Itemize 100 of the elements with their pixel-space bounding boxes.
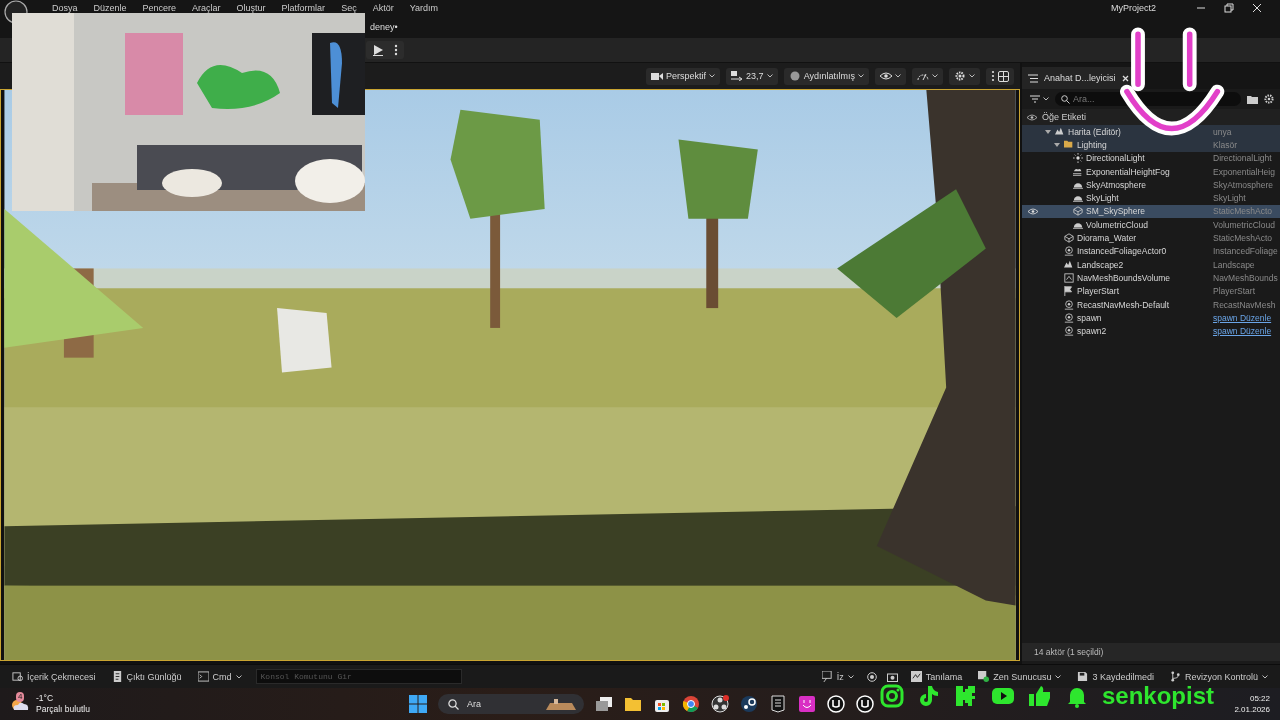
menu-item[interactable]: Yardım <box>401 1 446 15</box>
output-log-button[interactable]: Çıktı Günlüğü <box>105 669 188 684</box>
chart-icon <box>910 671 922 682</box>
steam-icon[interactable] <box>739 695 758 713</box>
close-icon[interactable] <box>1252 3 1262 13</box>
console-field[interactable]: Konsol Komutunu Gir <box>255 669 462 684</box>
screenshot-icon[interactable] <box>886 671 898 682</box>
eye-icon <box>880 71 892 81</box>
caret-icon <box>858 74 864 78</box>
expand-arrow-icon[interactable] <box>1045 129 1051 134</box>
menu-item[interactable]: Dosya <box>44 1 86 15</box>
item-label: SM_SkySphere <box>1086 206 1146 217</box>
outliner-row[interactable]: RecastNavMesh-Default RecastNavMesh <box>1022 297 1280 312</box>
menu-item[interactable]: Araçlar <box>184 1 229 15</box>
outliner-row[interactable]: Lighting Klasör <box>1022 138 1280 152</box>
actor-icon <box>1064 326 1074 337</box>
k-letter-icon <box>954 684 978 708</box>
layout-button[interactable] <box>986 67 1014 85</box>
menu-item[interactable]: Aktör <box>364 1 402 15</box>
weather-widget[interactable]: 4 -1°C Parçalı bulutlu <box>10 693 90 715</box>
menu-item[interactable]: Platformlar <box>273 1 334 15</box>
eye-icon <box>1027 113 1037 121</box>
item-label: spawn <box>1077 312 1102 323</box>
show-button[interactable] <box>875 67 906 85</box>
outliner-row[interactable]: PlayerStart PlayerStart <box>1022 284 1280 298</box>
item-type: SkyAtmosphere <box>1213 179 1273 190</box>
actor-icon <box>1064 246 1074 257</box>
item-label: SkyAtmosphere <box>1086 179 1146 190</box>
revision-control-button[interactable]: Revizyon Kontrolü <box>1163 669 1274 684</box>
edit-link[interactable]: spawn Düzenle <box>1213 326 1272 337</box>
menu-item[interactable]: Seç <box>333 1 365 15</box>
outliner-row[interactable]: InstancedFoliageActor0 InstancedFoliage <box>1022 244 1280 258</box>
sphere-icon <box>788 71 801 81</box>
zen-server-button[interactable]: Zen Sunucusu <box>972 669 1068 684</box>
outliner-row[interactable]: SkyLight SkyLight <box>1022 191 1280 205</box>
item-type: VolumetricCloud <box>1213 219 1275 230</box>
menu-item[interactable]: Düzenle <box>85 1 135 15</box>
menu-item[interactable]: Pencere <box>134 1 185 15</box>
camera-speed-button[interactable]: 23,7 <box>726 67 778 85</box>
clock[interactable]: 05:22 2.01.2026 <box>1234 693 1270 715</box>
outliner-row[interactable]: SkyAtmosphere SkyAtmosphere <box>1022 178 1280 192</box>
server-icon <box>978 671 990 682</box>
restore-icon[interactable] <box>1224 3 1234 13</box>
settings-icon[interactable] <box>1264 94 1274 104</box>
more-options-icon[interactable] <box>394 44 398 56</box>
taskbar-search[interactable]: Ara <box>437 694 584 714</box>
item-label: ExponentialHeightFog <box>1086 166 1170 177</box>
eye-icon[interactable] <box>1028 207 1038 215</box>
trace-button[interactable]: İz <box>815 669 860 684</box>
close-icon[interactable] <box>1121 74 1129 82</box>
caret-icon <box>709 74 716 78</box>
record-icon[interactable] <box>866 671 877 682</box>
flag-icon <box>1064 286 1074 297</box>
folder-icon <box>1064 139 1074 150</box>
item-type: InstancedFoliage <box>1213 246 1278 257</box>
drawer-icon <box>12 671 23 682</box>
expand-arrow-icon[interactable] <box>1054 142 1060 147</box>
sky-icon <box>1073 193 1083 204</box>
content-drawer-button[interactable]: İçerik Çekmecesi <box>6 669 102 684</box>
diagnostics-button[interactable]: Tanılama <box>904 669 969 684</box>
outliner-row[interactable]: spawn spawn Düzenle <box>1022 311 1280 325</box>
document-tab[interactable]: deney• <box>370 20 398 34</box>
menu-item[interactable]: Oluştur <box>228 1 274 15</box>
outliner-row[interactable]: ExponentialHeightFog ExponentialHeig <box>1022 164 1280 179</box>
outliner-row[interactable]: SM_SkySphere StaticMeshActo <box>1022 204 1280 219</box>
caret-icon <box>932 74 938 78</box>
outliner-row[interactable]: Diorama_Water StaticMeshActo <box>1022 231 1280 245</box>
item-label: SkyLight <box>1086 193 1119 204</box>
new-folder-icon[interactable] <box>1247 94 1258 104</box>
recorder-icon[interactable] <box>710 695 729 713</box>
engine-icon[interactable] <box>826 695 845 713</box>
engine-icon[interactable] <box>855 695 874 713</box>
filter-button[interactable] <box>1030 95 1049 103</box>
log-icon <box>111 671 123 682</box>
cmd-button[interactable]: Cmd <box>191 669 248 684</box>
column-header[interactable]: Öğe Etiketi <box>1042 112 1087 122</box>
edit-link[interactable]: spawn Düzenle <box>1213 312 1272 323</box>
browser-icon[interactable] <box>681 695 700 713</box>
search-icon <box>1061 94 1070 104</box>
start-icon[interactable] <box>408 695 427 713</box>
performance-button[interactable] <box>912 67 943 85</box>
task-view-icon[interactable] <box>594 695 613 713</box>
lighting-mode-button[interactable]: Aydınlatılmış <box>783 67 869 85</box>
view-mode-button[interactable]: Perspektif <box>646 67 721 85</box>
settings-button[interactable] <box>949 67 980 85</box>
play-icon[interactable] <box>372 44 384 56</box>
smiley-app-icon[interactable] <box>797 695 816 713</box>
item-type: unya <box>1213 126 1232 137</box>
unsaved-button[interactable]: 3 Kaydedilmedi <box>1071 669 1160 684</box>
outliner-row[interactable]: DirectionalLight DirectionalLight <box>1022 151 1280 165</box>
outliner-row[interactable]: NavMeshBoundsVolume NavMeshBounds <box>1022 271 1280 285</box>
outliner-row[interactable]: Landscape2 Landscape <box>1022 257 1280 272</box>
launcher-icon[interactable] <box>768 695 787 713</box>
folder-icon[interactable] <box>623 695 642 713</box>
outliner-row[interactable]: spawn2 spawn Düzenle <box>1022 324 1280 338</box>
outliner-row[interactable]: VolumetricCloud VolumetricCloud <box>1022 218 1280 232</box>
settings-icon <box>954 71 966 81</box>
item-label: Lighting <box>1077 139 1107 150</box>
item-type: PlayerStart <box>1213 286 1256 297</box>
camera-icon <box>880 684 904 708</box>
